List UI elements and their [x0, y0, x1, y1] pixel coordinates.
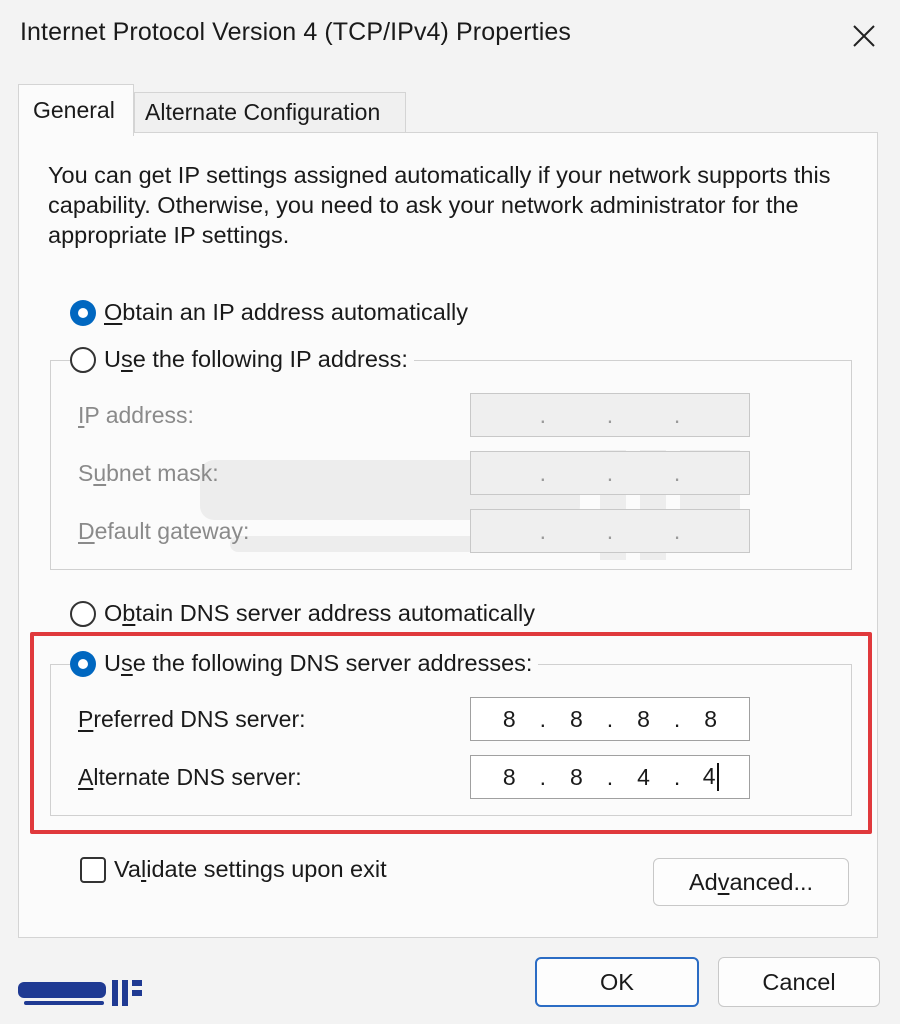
radio-unselected-icon — [70, 346, 96, 373]
radio-selected-icon — [70, 299, 96, 326]
dns-highlight-box — [30, 632, 872, 834]
checkbox-label-pre: Va — [114, 856, 141, 882]
label-post: P address: — [84, 402, 194, 428]
label-pre: S — [78, 460, 94, 486]
octet-dot: . — [539, 517, 547, 544]
label-accel: D — [78, 518, 95, 544]
close-button[interactable] — [842, 14, 886, 58]
radio-label-post: e the following IP address: — [132, 346, 408, 372]
radio-label-post: btain an IP address automatically — [122, 299, 469, 325]
cancel-button[interactable]: Cancel — [718, 957, 880, 1007]
use-following-ip-radio[interactable]: Use the following IP address: — [70, 346, 414, 373]
button-label-accel: v — [717, 868, 730, 895]
octet-dot: . — [539, 401, 547, 428]
radio-label-pre: O — [104, 600, 123, 626]
octet-dot: . — [606, 459, 614, 486]
ok-button[interactable]: OK — [535, 957, 699, 1007]
tab-general[interactable]: General — [18, 84, 134, 136]
advanced-button[interactable]: Ad v anced... — [653, 858, 849, 906]
octet-dot: . — [606, 401, 614, 428]
radio-label-accel: s — [120, 346, 133, 372]
octet-dot: . — [606, 517, 614, 544]
octet-dot: . — [673, 517, 681, 544]
radio-label-accel: O — [104, 299, 123, 325]
subnet-mask-input[interactable]: ... — [470, 451, 750, 495]
obtain-ip-auto-radio[interactable]: Obtain an IP address automatically — [70, 299, 475, 326]
label-accel: u — [93, 460, 107, 486]
close-icon — [853, 25, 875, 47]
ip-address-label: IP address: — [78, 402, 194, 429]
octet-dot: . — [539, 459, 547, 486]
radio-label-accel: b — [122, 600, 136, 626]
intro-text: You can get IP settings assigned automat… — [48, 162, 831, 248]
ip-address-input[interactable]: ... — [470, 393, 750, 437]
checkbox-unchecked-icon — [80, 856, 106, 883]
octet-dot: . — [673, 459, 681, 486]
obtain-dns-auto-radio[interactable]: Ob tain DNS server address automatically — [70, 600, 542, 627]
validate-settings-checkbox[interactable]: Va l idate settings upon exit — [80, 856, 387, 883]
default-gateway-input[interactable]: ... — [470, 509, 750, 553]
default-gateway-label: Default gateway: — [78, 518, 249, 545]
checkbox-label-post: idate settings upon exit — [146, 856, 387, 882]
radio-unselected-icon — [70, 600, 96, 627]
radio-label-post: tain DNS server address automatically — [135, 600, 536, 626]
radio-label-pre: U — [104, 346, 121, 372]
tab-alternate-configuration[interactable]: Alternate Configuration — [134, 92, 406, 132]
window-title: Internet Protocol Version 4 (TCP/IPv4) P… — [20, 18, 571, 46]
button-label-pre: Ad — [688, 868, 718, 895]
subnet-mask-label: Subnet mask: — [78, 460, 219, 487]
label-post: bnet mask: — [106, 460, 219, 486]
label-post: efault gateway: — [94, 518, 250, 544]
octet-dot: . — [673, 401, 681, 428]
brand-logo — [18, 980, 142, 1006]
button-label-post: anced... — [729, 868, 814, 895]
